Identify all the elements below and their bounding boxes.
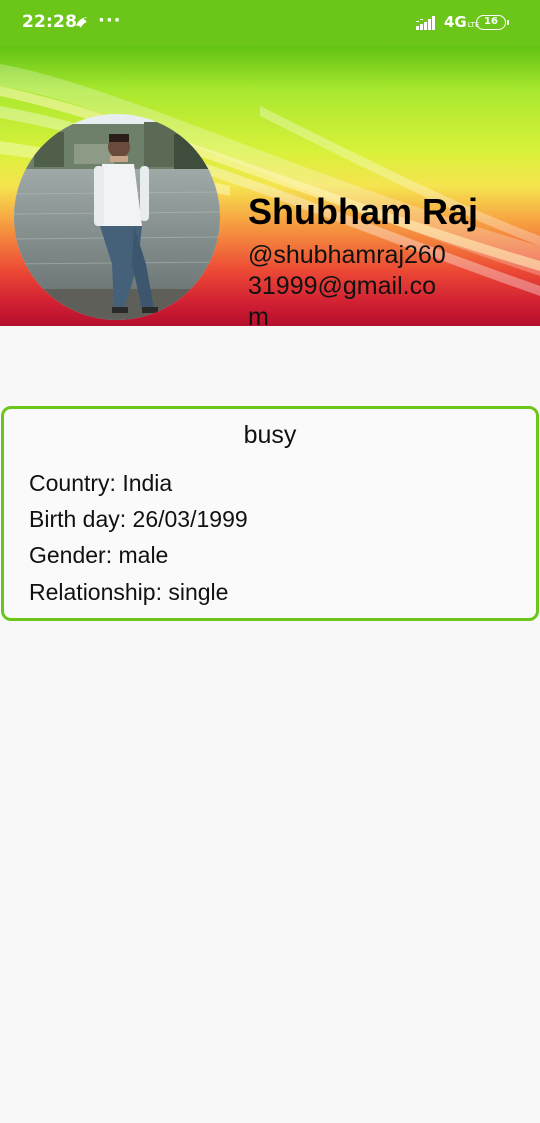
country-text: Country: India — [29, 470, 173, 496]
status-time: 22:28 — [22, 12, 78, 32]
profile-header: Shubham Raj @shubhamraj26031999@gmail.co… — [0, 46, 540, 326]
birthday-text: Birth day: 26/03/1999 — [29, 506, 248, 532]
profile-email: @shubhamraj26031999@gmail.com — [248, 241, 446, 326]
signal-strength-icon — [416, 16, 435, 30]
profile-info-card: busy Country: India Birth day: 26/03/199… — [1, 406, 539, 621]
status-bar: 22:28 ··· 4GLTE 16 — [0, 0, 540, 46]
avatar[interactable] — [14, 114, 220, 320]
profile-photo — [14, 114, 220, 320]
battery-icon: 16 — [476, 15, 509, 30]
bird-notification-icon — [76, 17, 87, 28]
profile-name: Shubham Raj — [248, 191, 479, 232]
profile-screen: 22:28 ··· 4GLTE 16 Shubham Raj @shubhamr… — [0, 0, 540, 1123]
relationship-text: Relationship: single — [29, 579, 229, 605]
gender-text: Gender: male — [29, 542, 169, 568]
overflow-dots: ··· — [98, 10, 122, 31]
status-text: busy — [243, 421, 297, 449]
network-type: 4GLTE — [444, 13, 480, 31]
